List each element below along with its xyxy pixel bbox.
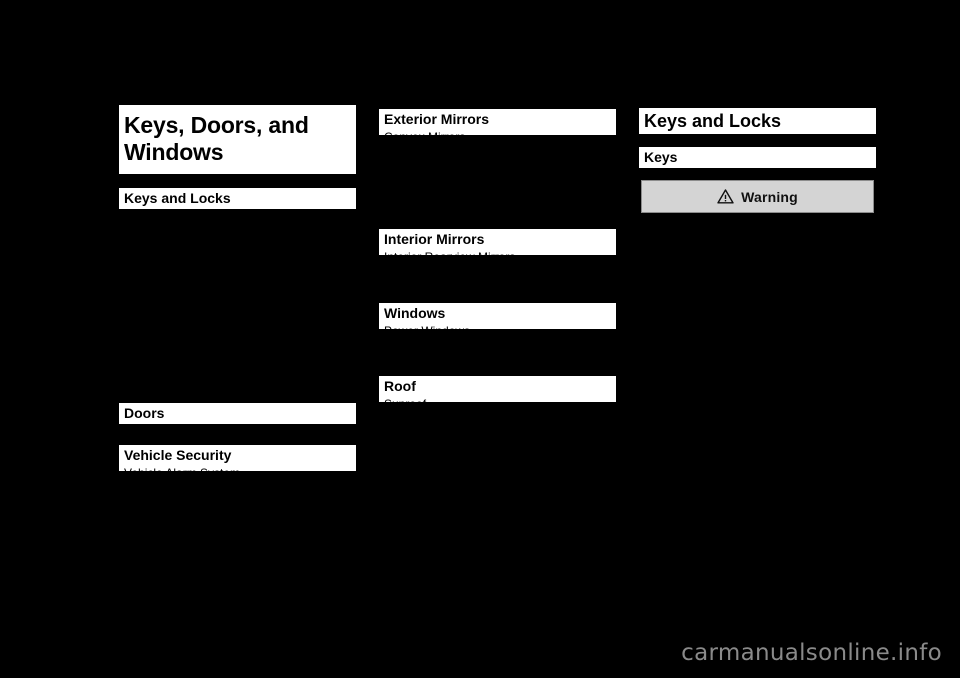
list-item[interactable]: Door Locks	[119, 269, 356, 284]
toc-entry-label: Door Locks	[124, 269, 185, 284]
toc-entry-label: Keys	[124, 211, 151, 225]
section-heading-doors: Doors	[119, 403, 356, 424]
clipped-entry-sunroof: Sunroof	[379, 397, 616, 402]
list-item[interactable]: Keys	[119, 211, 356, 226]
site-watermark: carmanualsonline.info	[681, 640, 942, 666]
toc-entry-label: Power Door Locks	[124, 283, 223, 298]
toc-entry-label: Immobilizer	[124, 471, 186, 485]
toc-entry-label: Heated Mirrors	[384, 164, 464, 179]
list-item[interactable]: Liftgate	[119, 426, 356, 441]
warning-callout: Warning	[641, 180, 874, 213]
section-heading-roof: Roof	[379, 376, 616, 397]
list-item[interactable]: Delayed Locking	[119, 299, 356, 314]
toc-list-keys-and-locks: Keys Remote Keyless Entry (RKE) System R…	[119, 211, 356, 357]
list-item[interactable]: Remote Keyless Entry (RKE) System Operat…	[119, 240, 356, 269]
toc-entry-label: Folding Mirrors	[384, 149, 465, 164]
chapter-title: Keys, Doors, and Windows	[119, 105, 356, 174]
list-item[interactable]: Safety Locks	[119, 342, 356, 357]
section-heading-exterior-mirrors: Exterior Mirrors	[379, 109, 616, 130]
manual-page: Keys, Doors, and Windows Keys and Locks …	[0, 0, 960, 678]
section-heading-vehicle-security: Vehicle Security	[119, 445, 356, 466]
list-item[interactable]: Automatic Door Locks	[119, 313, 356, 328]
list-item[interactable]: Manual Rearview Mirror	[379, 255, 616, 270]
section-heading-keys-and-locks: Keys and Locks	[119, 188, 356, 209]
section-heading-interior-mirrors: Interior Mirrors	[379, 229, 616, 250]
toc-entry-label: Remote Keyless Entry (RKE) System Operat…	[124, 240, 323, 269]
toc-entry-label: Automatic Door Locks	[124, 313, 242, 328]
toc-entry-label: Remote Keyless Entry (RKE) System	[124, 225, 323, 240]
toc-list-doors: Liftgate	[119, 426, 356, 441]
list-item[interactable]: Power Mirrors	[379, 135, 616, 150]
toc-entry-label: Delayed Locking	[124, 298, 213, 313]
toc-entry-label: Safety Locks	[124, 342, 193, 357]
toc-list-vehicle-security: Immobilizer	[119, 471, 356, 486]
list-item[interactable]: Heated Mirrors	[379, 164, 616, 179]
section-heading-keys: Keys	[639, 147, 876, 168]
list-item[interactable]: Folding Mirrors	[379, 150, 616, 165]
list-item[interactable]: Lockout Protection	[119, 328, 356, 343]
toc-list-interior-mirrors: Manual Rearview Mirror	[379, 255, 616, 270]
section-heading-windows: Windows	[379, 303, 616, 324]
list-item[interactable]: Remote Keyless Entry (RKE) System	[119, 226, 356, 241]
warning-label: Warning	[741, 188, 798, 205]
column-middle: Exterior Mirrors Convex Mirrors Power Mi…	[379, 0, 616, 678]
column-right: Keys and Locks Keys Warning	[639, 0, 876, 678]
toc-list-windows: Sun Visors	[379, 329, 616, 344]
page-title-keys-and-locks: Keys and Locks	[639, 108, 876, 134]
toc-entry-label: Power Mirrors	[384, 135, 459, 149]
list-item[interactable]: Power Door Locks	[119, 284, 356, 299]
toc-entry-label: Sun Visors	[384, 329, 442, 343]
list-item[interactable]: Sun Visors	[379, 329, 616, 344]
toc-entry-label: Liftgate	[124, 426, 164, 440]
list-item[interactable]: Immobilizer	[119, 471, 356, 486]
column-left: Keys, Doors, and Windows Keys and Locks …	[119, 0, 356, 678]
toc-list-exterior-mirrors: Power Mirrors Folding Mirrors Heated Mir…	[379, 135, 616, 179]
toc-entry-label: Lockout Protection	[124, 327, 224, 342]
warning-triangle-icon	[717, 189, 734, 204]
toc-entry-label: Manual Rearview Mirror	[384, 255, 512, 269]
